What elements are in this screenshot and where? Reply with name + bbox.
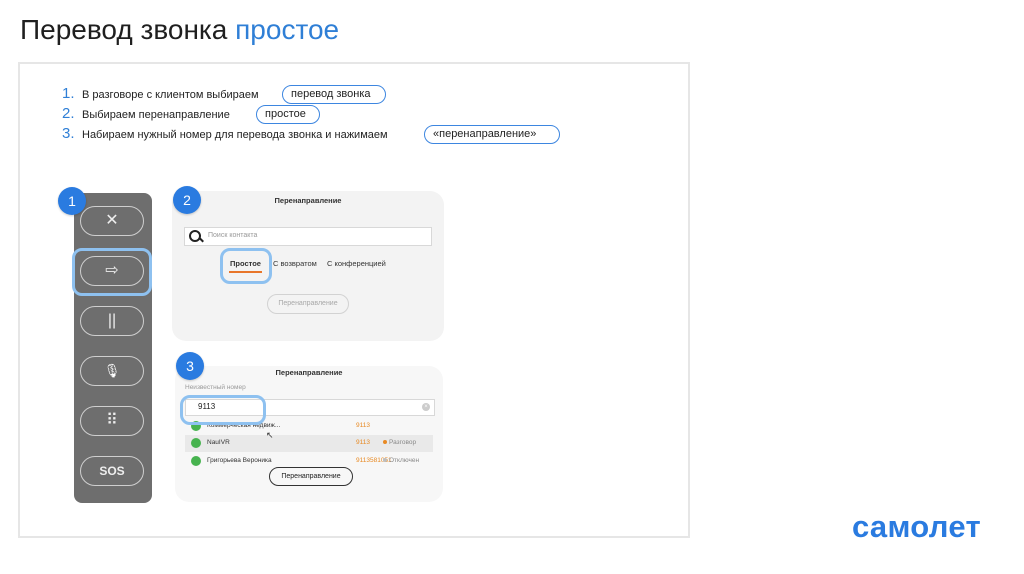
dialpad-button[interactable]: ⠿ (80, 406, 144, 436)
steps-list: 1. В разговоре с клиентом выбираем перево… (62, 84, 560, 144)
redirect-button[interactable]: Перенаправление (269, 467, 353, 486)
tab-with-return[interactable]: С возвратом (273, 259, 317, 268)
search-placeholder: Поиск контакта (208, 232, 258, 239)
step-number: 3. (62, 125, 75, 142)
result-status: Разговор (383, 439, 416, 446)
number-input-highlight (180, 395, 266, 425)
avatar (191, 438, 201, 448)
redirect-panel: Перенаправление Поиск контакта Простое С… (172, 191, 444, 341)
brand-logo: самолет (852, 509, 981, 544)
status-dot (383, 440, 387, 445)
cursor-icon: ↖ (266, 430, 274, 440)
dial-panel-title: Перенаправление (275, 368, 343, 377)
dialpad-icon: ⠿ (106, 412, 118, 429)
step-text: Выбираем перенаправление (82, 109, 230, 121)
result-name: Григорьева Вероника (207, 457, 272, 464)
transfer-button-highlight (72, 248, 152, 296)
unknown-number-label: Неизвестный номер (185, 384, 246, 391)
dial-panel: Перенаправление Неизвестный номер 9113 ×… (175, 366, 443, 502)
status-text: Разговор (389, 439, 417, 446)
step-badge-2: 2 (173, 186, 201, 214)
search-icon-handle (199, 237, 204, 243)
step-highlight: «перенаправление» (424, 125, 560, 144)
step-text: В разговоре с клиентом выбираем (82, 89, 259, 101)
tab-simple-highlight (220, 248, 272, 284)
step-highlight: простое (256, 105, 320, 124)
step-badge-3: 3 (176, 352, 204, 380)
result-status: Отключен (383, 457, 419, 464)
search-icon (189, 230, 201, 242)
tab-with-conference[interactable]: С конференцией (327, 259, 386, 268)
result-name: NauIVR (207, 439, 230, 446)
end-call-button[interactable]: ✕ (80, 206, 144, 236)
step-1: 1. В разговоре с клиентом выбираем перево… (62, 84, 388, 104)
sos-icon: SOS (99, 464, 125, 478)
call-control-panel: ✕ ⇨ || 🎙 ⠿ SOS (74, 193, 152, 503)
step-badge-1: 1 (58, 187, 86, 215)
status-text: Отключен (389, 457, 420, 464)
avatar (191, 456, 201, 466)
step-highlight: перевод звонка (282, 85, 386, 104)
search-result-row[interactable]: NauIVR 9113 Разговор (185, 435, 433, 452)
title-main: Перевод звонка (20, 14, 228, 45)
pause-icon: || (107, 312, 117, 329)
title-accent: простое (235, 14, 340, 45)
mute-mic-icon: 🎙 (103, 363, 121, 378)
step-2: 2. Выбираем перенаправление простое (62, 104, 388, 124)
close-icon: ✕ (105, 212, 119, 229)
hold-button[interactable]: || (80, 306, 144, 336)
redirect-panel-title: Перенаправление (274, 196, 342, 205)
result-phone: 9113 (356, 439, 370, 446)
step-number: 2. (62, 105, 75, 122)
contact-search-input[interactable]: Поиск контакта (184, 227, 432, 246)
clear-icon[interactable]: × (422, 403, 430, 411)
result-phone: 9113 (356, 422, 370, 429)
step-3: 3. Набираем нужный номер для перевода зво… (62, 124, 560, 144)
redirect-button-disabled[interactable]: Перенаправление (267, 294, 349, 314)
slide-title: Перевод звонка простое (20, 14, 339, 46)
step-text: Набираем нужный номер для перевода звонк… (82, 129, 388, 141)
sos-button[interactable]: SOS (80, 456, 144, 486)
mute-button[interactable]: 🎙 (80, 356, 144, 386)
status-dot (383, 458, 387, 463)
step-number: 1. (62, 85, 75, 102)
